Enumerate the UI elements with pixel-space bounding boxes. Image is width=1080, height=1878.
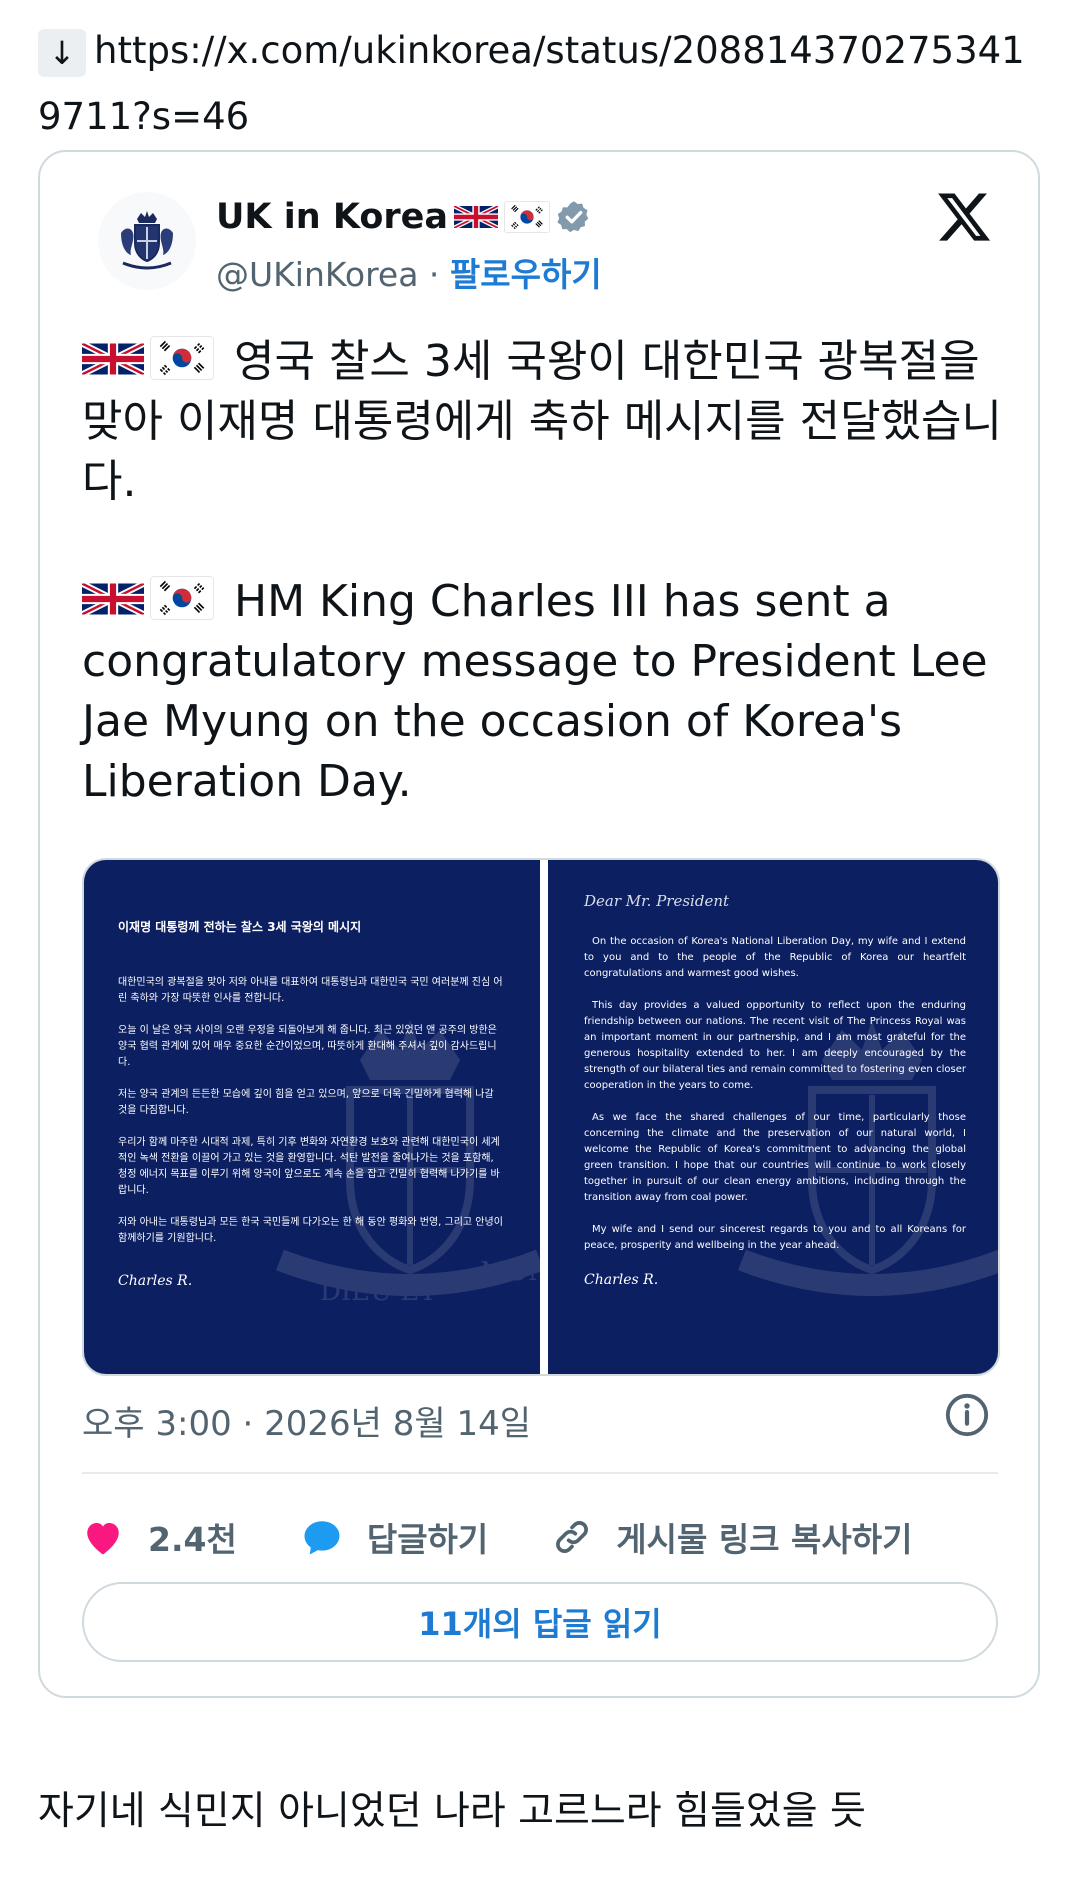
- letter-image-english[interactable]: Dear Mr. President On the occasion of Ko…: [548, 860, 998, 1374]
- copy-link-label: 게시물 링크 복사하기: [616, 1520, 913, 1559]
- tweet-timestamp[interactable]: 오후 3:00 · 2026년 8월 14일: [82, 1396, 531, 1445]
- letter-en-paragraph: My wife and I send our sincerest regards…: [584, 1224, 966, 1251]
- letter-en-paragraph: This day provides a valued opportunity t…: [584, 1000, 966, 1091]
- letter-ko-paragraph: 오늘 이 날은 양국 사이의 오랜 우정을 되돌아보게 해 줍니다. 최근 있었…: [118, 1025, 497, 1068]
- account-handle[interactable]: @UKinKorea: [216, 255, 418, 294]
- letter-ko-paragraph: 대한민국의 광복절을 맞아 저와 아내를 대표하여 대통령님과 대한민국 국민 …: [118, 977, 503, 1004]
- x-logo-icon[interactable]: [934, 188, 994, 246]
- letter-ko-paragraph: 저와 아내는 대통령님과 모든 한국 국민들께 다가오는 한 해 동안 평화와 …: [118, 1217, 503, 1244]
- tweet-text-korean: 영국 찰스 3세 국왕이 대한민국 광복절을 맞아 이재명 대통령에게 축하 메…: [82, 332, 1002, 512]
- copy-link-button[interactable]: 게시물 링크 복사하기: [552, 1513, 913, 1561]
- post-comment: 자기네 식민지 아니었던 나라 고르느라 힘들었을 듯: [38, 1789, 866, 1834]
- action-bar: 2.4천 답글하기 게시물 링크 복사하기: [82, 1502, 977, 1572]
- letter-ko-body: 대한민국의 광복절을 맞아 저와 아내를 대표하여 대통령님과 대한민국 국민 …: [118, 975, 506, 1247]
- separator: ·: [418, 255, 450, 294]
- info-icon[interactable]: [944, 1392, 990, 1438]
- letter-ko-title: 이재명 대통령께 전하는 찰스 3세 국왕의 메시지: [118, 920, 362, 934]
- reply-button[interactable]: 답글하기: [301, 1513, 488, 1561]
- account-name[interactable]: UK in Korea: [216, 197, 448, 237]
- reply-label: 답글하기: [366, 1520, 489, 1559]
- reply-bubble-icon: [304, 1521, 340, 1555]
- verified-badge-icon: [557, 201, 589, 233]
- link-icon: [556, 1521, 589, 1553]
- like-button[interactable]: 2.4천: [82, 1513, 237, 1561]
- account-name-row: UK in Korea: [216, 192, 592, 242]
- korea-flag-icon: [504, 201, 550, 233]
- korea-flag-icon: [150, 576, 214, 620]
- tweet-text-english: HM King Charles III has sent a congratul…: [82, 572, 1002, 812]
- link-url[interactable]: https://x.com/ukinkorea/status/208814370…: [38, 29, 1025, 138]
- arrow-down-icon: ↓: [38, 28, 86, 77]
- tweet-text-english-body: HM King Charles III has sent a congratul…: [82, 576, 988, 807]
- handle-row: @UKinKorea · 팔로우하기: [216, 248, 602, 296]
- tweet-text: 영국 찰스 3세 국왕이 대한민국 광복절을 맞아 이재명 대통령에게 축하 메…: [82, 332, 1002, 812]
- follow-button[interactable]: 팔로우하기: [450, 255, 602, 294]
- shared-link[interactable]: ↓ https://x.com/ukinkorea/status/20881437…: [38, 18, 1048, 150]
- korea-flag-icon: [150, 336, 214, 380]
- read-replies-button[interactable]: 11개의 답글 읽기: [82, 1582, 998, 1662]
- letter-ko-paragraph: 우리가 함께 마주한 시대적 과제, 특히 기후 변화와 자연환경 보호와 관련…: [118, 1137, 500, 1196]
- letter-en-salutation: Dear Mr. President: [584, 892, 730, 910]
- letter-ko-signature: Charles R.: [118, 1273, 193, 1289]
- divider: [82, 1472, 998, 1474]
- letter-en-paragraph: On the occasion of Korea's National Libe…: [584, 936, 966, 979]
- uk-flag-icon: [454, 202, 498, 232]
- heart-icon: [87, 1523, 119, 1555]
- royal-crest-icon: [121, 211, 173, 270]
- letter-en-body: On the occasion of Korea's National Libe…: [584, 934, 966, 1254]
- tweet-text-korean-body: 영국 찰스 3세 국왕이 대한민국 광복절을 맞아 이재명 대통령에게 축하 메…: [82, 336, 1003, 507]
- letter-ko-paragraph: 저는 양국 관계의 든든한 모습에 깊이 힘을 얻고 있으며, 앞으로 더욱 긴…: [118, 1089, 494, 1116]
- letter-image-korean[interactable]: DIEU ET MON DR 이재명 대통령께 전하는 찰스 3세 국왕의 메시…: [84, 860, 540, 1374]
- avatar[interactable]: [98, 192, 196, 290]
- uk-flag-icon: [82, 338, 144, 380]
- tweet-media[interactable]: DIEU ET MON DR 이재명 대통령께 전하는 찰스 3세 국왕의 메시…: [82, 858, 1000, 1376]
- uk-flag-icon: [82, 578, 144, 620]
- letter-en-paragraph: As we face the shared challenges of our …: [584, 1112, 966, 1203]
- letter-en-signature: Charles R.: [584, 1272, 659, 1288]
- tweet-embed-card[interactable]: UK in Korea @UKinKorea · 팔로우하기 영국 찰스 3세 …: [38, 150, 1040, 1698]
- like-count: 2.4천: [148, 1520, 237, 1559]
